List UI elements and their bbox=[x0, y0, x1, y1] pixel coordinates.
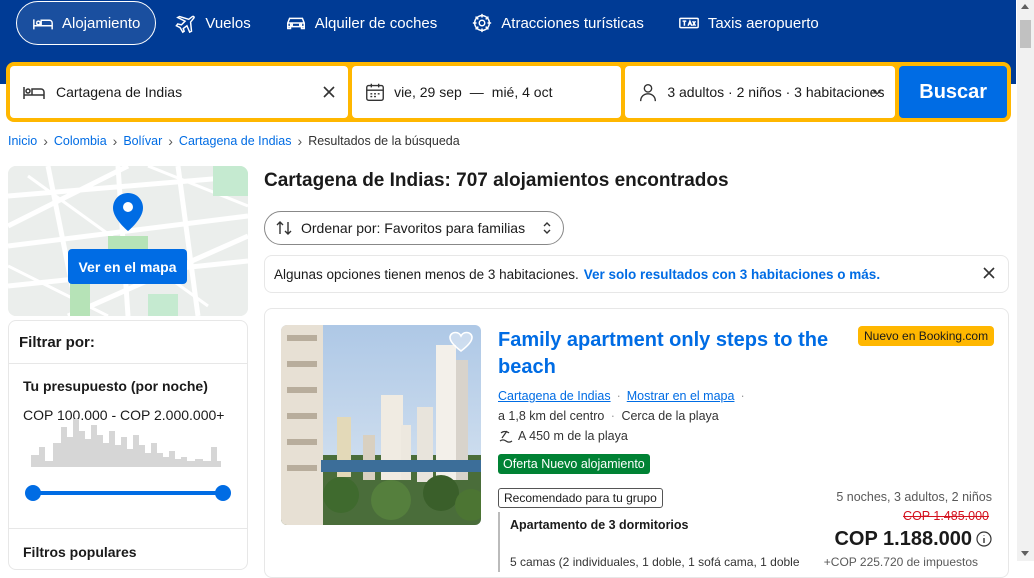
current-price: COP 1.188.000 bbox=[834, 528, 972, 550]
chevron-down-icon bbox=[872, 89, 882, 96]
dot-separator: · bbox=[740, 389, 745, 403]
tab-vuelos[interactable]: Vuelos bbox=[160, 1, 265, 45]
room-divider bbox=[498, 512, 502, 572]
breadcrumb-chevron-icon: › bbox=[297, 133, 303, 149]
close-icon[interactable] bbox=[982, 266, 996, 280]
offer-badge: Oferta Nuevo alojamiento bbox=[498, 454, 650, 474]
property-image bbox=[281, 325, 481, 525]
location-link[interactable]: Cartagena de Indias bbox=[498, 389, 611, 403]
nav-tabs: Alojamiento Vuelos Alquiler de coches At… bbox=[16, 1, 838, 45]
price-max-handle[interactable] bbox=[215, 485, 231, 501]
price-slider-track[interactable] bbox=[33, 491, 223, 495]
notice-link[interactable]: Ver solo resultados con 3 habitaciones o… bbox=[584, 267, 880, 282]
property-card[interactable]: Family apartment only steps to the beach… bbox=[264, 308, 1009, 578]
tab-label: Vuelos bbox=[205, 14, 251, 32]
occupancy-field[interactable]: 3 adultos · 2 niños · 3 habitaciones bbox=[625, 66, 896, 118]
scrollbar-thumb[interactable] bbox=[1020, 20, 1031, 48]
info-icon[interactable] bbox=[976, 531, 992, 547]
recommended-badge: Recomendado para tu grupo bbox=[498, 488, 663, 508]
new-property-badge: Nuevo en Booking.com bbox=[858, 326, 995, 346]
tab-alquiler-coches[interactable]: Alquiler de coches bbox=[270, 1, 453, 45]
price-histogram bbox=[31, 419, 221, 467]
scrollbar[interactable] bbox=[1017, 0, 1034, 561]
plane-icon bbox=[175, 15, 196, 34]
tab-alojamiento[interactable]: Alojamiento bbox=[16, 1, 157, 45]
bed-icon bbox=[33, 19, 53, 30]
destination-field[interactable]: Cartagena de Indias bbox=[10, 66, 349, 118]
sort-label: Ordenar por: Favoritos para familias bbox=[301, 220, 526, 236]
dot-separator: · bbox=[616, 389, 621, 403]
rooms-notice: Algunas opciones tienen menos de 3 habit… bbox=[264, 255, 1009, 293]
breadcrumb-current: Resultados de la búsqueda bbox=[308, 134, 460, 148]
clear-icon[interactable] bbox=[322, 85, 336, 99]
map-pin-icon bbox=[113, 193, 143, 231]
tab-label: Taxis aeropuerto bbox=[707, 14, 819, 32]
search-button[interactable]: Buscar bbox=[899, 66, 1007, 118]
tab-label: Atracciones turísticas bbox=[501, 14, 644, 32]
map-preview[interactable]: Ver en el mapa bbox=[8, 166, 248, 316]
room-description: 5 camas (2 individuales, 1 doble, 1 sofá… bbox=[510, 555, 800, 569]
original-price: COP 1.485.000 bbox=[903, 509, 989, 523]
car-icon bbox=[286, 17, 305, 30]
results-title: Cartagena de Indias: 707 alojamientos en… bbox=[264, 170, 729, 191]
breadcrumb-link[interactable]: Colombia bbox=[54, 134, 107, 148]
tab-label: Alojamiento bbox=[62, 14, 141, 32]
show-on-map-link[interactable]: Mostrar en el mapa bbox=[627, 389, 735, 403]
beach-icon bbox=[499, 430, 513, 443]
room-type: Apartamento de 3 dormitorios bbox=[510, 518, 689, 532]
dates-field[interactable]: vie, 29 sep — mié, 4 oct bbox=[352, 66, 622, 118]
breadcrumb-chevron-icon: › bbox=[112, 133, 118, 149]
distance-info: a 1,8 km del centro · Cerca de la playa bbox=[498, 409, 719, 423]
search-bar: Cartagena de Indias vie, 29 sep — mié, 4… bbox=[6, 62, 1011, 122]
breadcrumb-link[interactable]: Inicio bbox=[8, 134, 37, 148]
breadcrumb-link[interactable]: Cartagena de Indias bbox=[179, 134, 292, 148]
favorite-heart-icon[interactable] bbox=[449, 331, 473, 353]
checkin-date: vie, 29 sep bbox=[394, 84, 462, 100]
breadcrumb-chevron-icon: › bbox=[43, 133, 48, 149]
person-icon bbox=[640, 83, 657, 102]
sort-icon bbox=[276, 221, 292, 235]
property-title-link[interactable]: Family apartment only steps to the beach bbox=[498, 327, 838, 381]
distance-from-center: a 1,8 km del centro bbox=[498, 409, 605, 423]
property-location: Cartagena de Indias · Mostrar en el mapa… bbox=[498, 389, 745, 403]
calendar-icon bbox=[366, 83, 384, 101]
occupancy-value: 3 adultos · 2 niños · 3 habitaciones bbox=[667, 84, 885, 100]
beach-distance: A 450 m de la playa bbox=[518, 429, 628, 443]
attractions-icon bbox=[473, 13, 492, 33]
chevron-updown-icon bbox=[543, 222, 551, 234]
breadcrumb-chevron-icon: › bbox=[168, 133, 173, 149]
beach-distance-row: A 450 m de la playa bbox=[498, 429, 628, 443]
tab-label: Alquiler de coches bbox=[314, 14, 438, 32]
show-on-map-button[interactable]: Ver en el mapa bbox=[68, 249, 187, 284]
taxi-icon bbox=[678, 17, 699, 29]
tab-taxis[interactable]: Taxis aeropuerto bbox=[663, 1, 834, 45]
price-min-handle[interactable] bbox=[25, 485, 41, 501]
scroll-down-icon[interactable] bbox=[1021, 551, 1029, 556]
near-beach-label: Cerca de la playa bbox=[621, 409, 719, 423]
bed-icon bbox=[23, 87, 45, 99]
popular-filters-title: Filtros populares bbox=[23, 544, 137, 560]
budget-title: Tu presupuesto (por noche) bbox=[23, 378, 208, 394]
sort-dropdown[interactable]: Ordenar por: Favoritos para familias bbox=[264, 211, 564, 245]
filters-panel: Filtrar por: Tu presupuesto (por noche) … bbox=[8, 320, 248, 570]
notice-text: Algunas opciones tienen menos de 3 habit… bbox=[274, 266, 579, 282]
filters-title: Filtrar por: bbox=[9, 321, 247, 364]
destination-value: Cartagena de Indias bbox=[56, 84, 183, 100]
map-image bbox=[8, 166, 248, 316]
tab-atracciones[interactable]: Atracciones turísticas bbox=[456, 1, 659, 45]
stay-details: 5 noches, 3 adultos, 2 niños bbox=[836, 490, 992, 504]
breadcrumb-link[interactable]: Bolívar bbox=[123, 134, 162, 148]
property-photo[interactable] bbox=[281, 325, 481, 525]
scroll-up-icon[interactable] bbox=[1021, 4, 1029, 9]
taxes-info: +COP 225.720 de impuestos bbox=[823, 555, 978, 569]
dot-separator: · bbox=[610, 409, 615, 423]
date-separator: — bbox=[469, 84, 484, 100]
checkout-date: mié, 4 oct bbox=[491, 84, 553, 100]
breadcrumb: Inicio › Colombia › Bolívar › Cartagena de … bbox=[8, 133, 460, 149]
